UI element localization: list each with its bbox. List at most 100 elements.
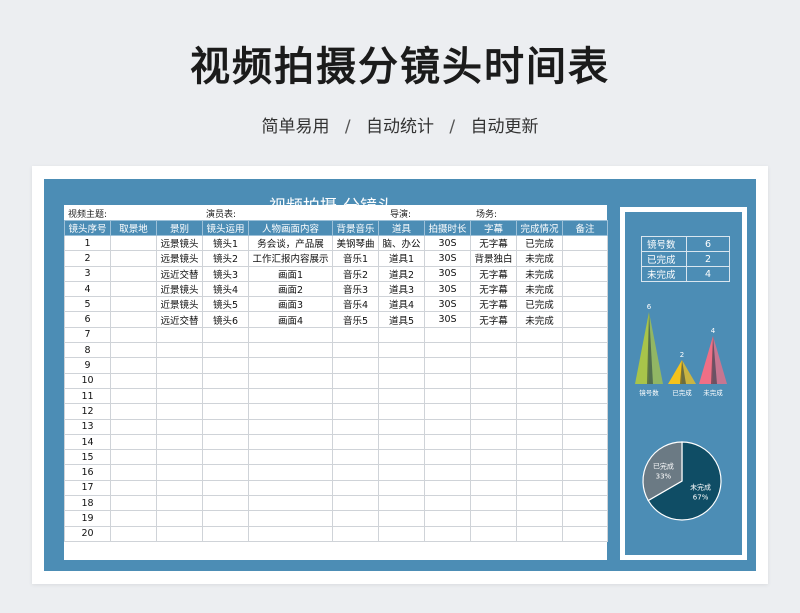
- table-cell[interactable]: 镜头4: [202, 280, 249, 298]
- table-cell[interactable]: [378, 464, 425, 481]
- table-cell[interactable]: 13: [64, 418, 111, 435]
- table-cell[interactable]: [156, 342, 203, 359]
- table-cell[interactable]: [378, 525, 425, 542]
- table-cell[interactable]: [378, 418, 425, 435]
- table-cell[interactable]: [378, 449, 425, 466]
- table-cell[interactable]: [424, 464, 471, 481]
- table-cell[interactable]: 道具4: [378, 296, 425, 313]
- table-cell[interactable]: 音乐1: [332, 250, 379, 267]
- table-cell[interactable]: [202, 433, 249, 451]
- table-cell[interactable]: [562, 449, 608, 466]
- table-cell[interactable]: [424, 433, 471, 451]
- table-cell[interactable]: [248, 357, 333, 374]
- table-cell[interactable]: [248, 464, 333, 481]
- table-cell[interactable]: 无字幕: [470, 280, 517, 298]
- table-cell[interactable]: 8: [64, 342, 111, 359]
- table-cell[interactable]: 16: [64, 464, 111, 481]
- table-cell[interactable]: [332, 357, 379, 374]
- table-cell[interactable]: [424, 510, 471, 527]
- table-cell[interactable]: [562, 296, 608, 313]
- table-cell[interactable]: [110, 342, 157, 359]
- table-cell[interactable]: [562, 433, 608, 451]
- table-cell[interactable]: 30S: [424, 296, 471, 313]
- table-cell[interactable]: 30S: [424, 265, 471, 282]
- table-cell[interactable]: 画面3: [248, 296, 333, 313]
- table-cell[interactable]: 脑、办公: [378, 234, 425, 252]
- table-cell[interactable]: [156, 449, 203, 466]
- table-cell[interactable]: [202, 418, 249, 435]
- table-cell[interactable]: [424, 449, 471, 466]
- table-cell[interactable]: [156, 403, 203, 420]
- table-cell[interactable]: [470, 510, 517, 527]
- table-cell[interactable]: 道具2: [378, 265, 425, 282]
- table-cell[interactable]: 11: [64, 387, 111, 405]
- table-cell[interactable]: [332, 464, 379, 481]
- table-cell[interactable]: [202, 495, 249, 512]
- table-cell[interactable]: [110, 357, 157, 374]
- table-cell[interactable]: [378, 495, 425, 512]
- table-cell[interactable]: [202, 479, 249, 497]
- table-cell[interactable]: [248, 418, 333, 435]
- table-cell[interactable]: [110, 280, 157, 298]
- table-cell[interactable]: [248, 479, 333, 497]
- table-cell[interactable]: [332, 525, 379, 542]
- table-cell[interactable]: 18: [64, 495, 111, 512]
- table-cell[interactable]: [110, 418, 157, 435]
- table-cell[interactable]: [378, 372, 425, 389]
- table-cell[interactable]: [248, 525, 333, 542]
- table-cell[interactable]: [470, 479, 517, 497]
- table-cell[interactable]: [202, 387, 249, 405]
- table-cell[interactable]: 未完成: [516, 265, 563, 282]
- table-cell[interactable]: [202, 449, 249, 466]
- table-cell[interactable]: [470, 357, 517, 374]
- table-cell[interactable]: [332, 479, 379, 497]
- table-cell[interactable]: [378, 479, 425, 497]
- table-cell[interactable]: [156, 433, 203, 451]
- table-cell[interactable]: [516, 479, 563, 497]
- table-cell[interactable]: [332, 326, 379, 344]
- table-cell[interactable]: [156, 357, 203, 374]
- table-cell[interactable]: [202, 510, 249, 527]
- table-cell[interactable]: [248, 449, 333, 466]
- table-cell[interactable]: 务会谈，产品展: [248, 234, 333, 252]
- table-cell[interactable]: [470, 326, 517, 344]
- table-cell[interactable]: [470, 495, 517, 512]
- table-cell[interactable]: 远近交替: [156, 311, 203, 328]
- table-cell[interactable]: 远景镜头: [156, 234, 203, 252]
- table-cell[interactable]: 14: [64, 433, 111, 451]
- table-cell[interactable]: [110, 296, 157, 313]
- table-cell[interactable]: [562, 311, 608, 328]
- table-cell[interactable]: [424, 387, 471, 405]
- table-cell[interactable]: [156, 525, 203, 542]
- table-cell[interactable]: [424, 372, 471, 389]
- table-cell[interactable]: [110, 464, 157, 481]
- table-cell[interactable]: [156, 479, 203, 497]
- table-cell[interactable]: [332, 433, 379, 451]
- table-cell[interactable]: [156, 495, 203, 512]
- table-cell[interactable]: [470, 342, 517, 359]
- table-cell[interactable]: [562, 342, 608, 359]
- table-cell[interactable]: [110, 250, 157, 267]
- table-cell[interactable]: [248, 510, 333, 527]
- table-cell[interactable]: [562, 418, 608, 435]
- table-cell[interactable]: [110, 510, 157, 527]
- table-cell[interactable]: 道具3: [378, 280, 425, 298]
- table-cell[interactable]: [332, 403, 379, 420]
- table-cell[interactable]: [378, 357, 425, 374]
- table-cell[interactable]: [156, 464, 203, 481]
- table-cell[interactable]: 9: [64, 357, 111, 374]
- table-cell[interactable]: [562, 479, 608, 497]
- table-cell[interactable]: [248, 372, 333, 389]
- table-cell[interactable]: [248, 326, 333, 344]
- table-cell[interactable]: [156, 326, 203, 344]
- table-cell[interactable]: [516, 525, 563, 542]
- table-cell[interactable]: [470, 433, 517, 451]
- table-cell[interactable]: 3: [64, 265, 111, 282]
- table-cell[interactable]: [424, 403, 471, 420]
- table-cell[interactable]: [248, 387, 333, 405]
- table-cell[interactable]: 画面4: [248, 311, 333, 328]
- table-cell[interactable]: 已完成: [516, 296, 563, 313]
- table-cell[interactable]: [562, 280, 608, 298]
- table-cell[interactable]: [332, 418, 379, 435]
- table-cell[interactable]: 1: [64, 234, 111, 252]
